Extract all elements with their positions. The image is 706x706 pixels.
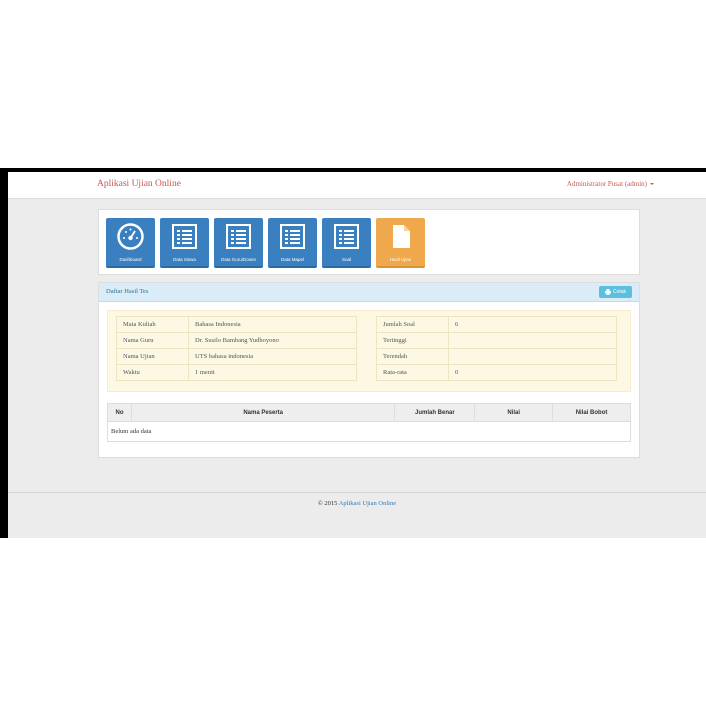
tile-data-mapel[interactable]: Data Mapel <box>268 218 317 268</box>
info-row: Nama Guru Dr. Susilo Bambang Yudhoyono <box>116 332 357 349</box>
menu-tiles-panel: Dashboard Data Siswa Data Guru/Dosen Dat… <box>98 209 640 275</box>
monitor-frame: Aplikasi Ujian Online Administrator Pusa… <box>0 168 706 538</box>
print-button[interactable]: Cetak <box>599 286 632 298</box>
tile-label: Hasil Ujian <box>389 257 412 262</box>
info-row: Jumlah Soal 6 <box>376 316 617 333</box>
tile-data-guru-dosen[interactable]: Data Guru/Dosen <box>214 218 263 268</box>
info-row: Rata-rata 0 <box>376 364 617 381</box>
list-icon <box>226 224 251 249</box>
results-header-row: No Nama Peserta Jumlah Benar Nilai Nilai… <box>107 403 631 422</box>
table-row: Belum ada data <box>107 421 631 442</box>
info-value: Dr. Susilo Bambang Yudhoyono <box>188 332 357 349</box>
column-header-jumlah-benar[interactable]: Jumlah Benar <box>394 403 476 422</box>
info-row: Waktu 1 menit <box>116 364 357 381</box>
info-label: Waktu <box>116 364 189 381</box>
info-label: Tertinggi <box>376 332 449 349</box>
info-label: Terendah <box>376 348 449 365</box>
info-row: Mata Kuliah Bahasa Indonesia <box>116 316 357 333</box>
info-value <box>448 348 617 365</box>
info-label: Jumlah Soal <box>376 316 449 333</box>
tile-label: Data Mapel <box>280 257 304 262</box>
exam-info-right: Jumlah Soal 6 Tertinggi Terendah Rata-ra… <box>376 316 617 381</box>
info-row: Nama Ujian UTS bahasa indonesia <box>116 348 357 365</box>
footer-divider <box>8 492 706 493</box>
tile-label: Data Guru/Dosen <box>220 257 257 262</box>
printer-icon <box>604 289 611 295</box>
column-header-nilai-bobot[interactable]: Nilai Bobot <box>552 403 631 422</box>
info-row: Tertinggi <box>376 332 617 349</box>
user-menu[interactable]: Administrator Pusat (admin) <box>567 180 654 188</box>
user-menu-label: Administrator Pusat (admin) <box>566 180 647 188</box>
caret-down-icon <box>650 183 654 185</box>
list-icon <box>334 224 359 249</box>
tile-data-siswa[interactable]: Data Siswa <box>160 218 209 268</box>
navbar: Aplikasi Ujian Online Administrator Pusa… <box>8 172 706 199</box>
panel-heading: Daftar Hasil Tes Cetak <box>99 283 639 302</box>
gauge-icon <box>117 223 144 250</box>
list-icon <box>280 224 305 249</box>
info-value: 1 menit <box>188 364 357 381</box>
results-panel: Daftar Hasil Tes Cetak Mata Kuliah Bahas… <box>98 282 640 458</box>
info-row: Terendah <box>376 348 617 365</box>
footer-copyright: © 2015 <box>317 500 338 507</box>
brand-link[interactable]: Aplikasi Ujian Online <box>97 179 181 189</box>
tile-hasil-ujian[interactable]: Hasil Ujian <box>376 218 425 268</box>
tile-label: Soal <box>341 257 351 262</box>
print-button-label: Cetak <box>612 289 627 295</box>
info-value: 6 <box>448 316 617 333</box>
column-header-nilai[interactable]: Nilai <box>474 403 554 422</box>
exam-info-left: Mata Kuliah Bahasa Indonesia Nama Guru D… <box>116 316 357 381</box>
results-table: No Nama Peserta Jumlah Benar Nilai Nilai… <box>107 403 631 442</box>
info-value <box>448 332 617 349</box>
info-label: Mata Kuliah <box>116 316 189 333</box>
document-icon <box>393 225 410 248</box>
info-value: UTS bahasa indonesia <box>188 348 357 365</box>
info-label: Rata-rata <box>376 364 449 381</box>
exam-info-box: Mata Kuliah Bahasa Indonesia Nama Guru D… <box>107 310 631 392</box>
empty-state-text: Belum ada data <box>107 421 631 442</box>
column-header-no[interactable]: No <box>107 403 132 422</box>
tile-label: Dashboard <box>119 257 142 262</box>
app-screen: Aplikasi Ujian Online Administrator Pusa… <box>8 172 706 538</box>
tile-soal[interactable]: Soal <box>322 218 371 268</box>
footer: © 2015 Aplikasi Ujian Online <box>8 500 706 507</box>
tile-dashboard[interactable]: Dashboard <box>106 218 155 268</box>
footer-link[interactable]: Aplikasi Ujian Online <box>339 500 396 507</box>
panel-title: Daftar Hasil Tes <box>106 288 149 295</box>
info-label: Nama Guru <box>116 332 189 349</box>
info-value: Bahasa Indonesia <box>188 316 357 333</box>
tile-label: Data Siswa <box>173 257 196 262</box>
info-label: Nama Ujian <box>116 348 189 365</box>
info-value: 0 <box>448 364 617 381</box>
column-header-nama-peserta[interactable]: Nama Peserta <box>130 403 396 422</box>
list-icon <box>172 224 197 249</box>
